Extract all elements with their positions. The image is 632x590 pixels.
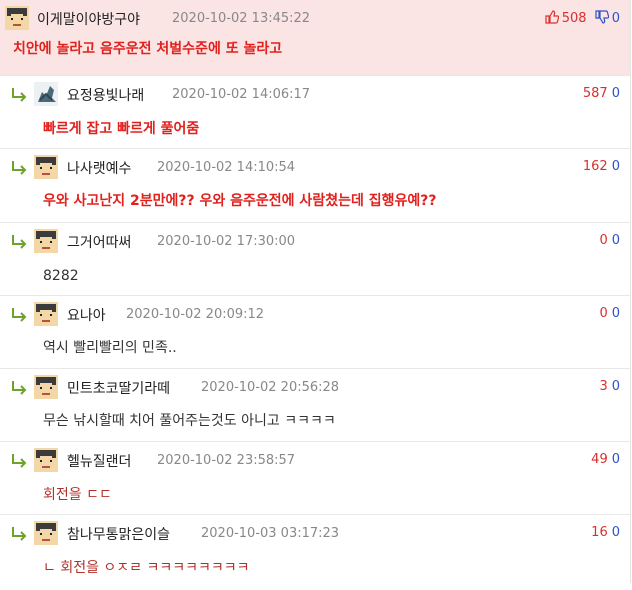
reply-arrow-icon — [12, 527, 27, 541]
avatar-icon[interactable] — [34, 521, 58, 545]
downvote-count[interactable]: 0 — [612, 379, 620, 394]
thumbs-up-icon — [545, 10, 559, 24]
avatar-icon[interactable] — [34, 375, 58, 399]
comment-text: 회전을 ㄷㄷ — [43, 487, 112, 503]
comment-date: 2020-10-02 20:09:12 — [126, 307, 265, 322]
comment-date: 2020-10-02 13:45:22 — [172, 11, 311, 26]
downvote-count[interactable]: 0 — [612, 159, 620, 174]
comment-date: 2020-10-02 14:06:17 — [172, 87, 311, 102]
reply-comment: 나사랫예수 2020-10-02 14:10:54 162 0 우와 사고난지 2… — [0, 149, 630, 223]
vote-box: 30 — [599, 379, 620, 394]
upvote-count[interactable]: 162 — [583, 159, 608, 174]
comment-text: 빠르게 잡고 빠르게 풀어줌 — [43, 121, 200, 137]
avatar-icon[interactable] — [5, 6, 29, 30]
author-nick[interactable]: 요정용빛나래 — [67, 85, 144, 105]
thumbs-down-icon — [595, 10, 609, 24]
vote-box: 162 0 — [583, 159, 620, 174]
vote-box: 00 — [599, 306, 620, 321]
comment-text: 역시 빨리빨리의 민족.. — [43, 340, 177, 356]
vote-box: 49 0 — [591, 452, 620, 467]
dragon-avatar-icon[interactable] — [34, 82, 58, 106]
upvote-count[interactable]: 16 — [591, 525, 608, 540]
comment-date: 2020-10-02 20:56:28 — [201, 380, 340, 395]
upvote-count[interactable]: 3 — [599, 379, 607, 394]
reply-arrow-icon — [12, 308, 27, 322]
downvote-count: 0 — [611, 11, 620, 26]
reply-comment: 민트초코딸기라떼 2020-10-02 20:56:28 30 무슨 낚시할때 … — [0, 369, 630, 442]
reply-comment: 요나아 2020-10-02 20:09:12 00 역시 빨리빨리의 민족.. — [0, 296, 630, 369]
reply-comment: 헬뉴질랜더 2020-10-02 23:58:57 49 0 회전을 ㄷㄷ — [0, 442, 630, 515]
reply-comment: 참나무통맑은이슬 2020-10-03 03:17:23 16 0 ㄴ 회전을 ㅇ… — [0, 515, 630, 590]
comment-text: 8282 — [43, 268, 79, 284]
upvote-count[interactable]: 0 — [599, 233, 607, 248]
avatar-icon[interactable] — [34, 302, 58, 326]
vote-box: 00 — [599, 233, 620, 248]
comment-date: 2020-10-03 03:17:23 — [201, 526, 340, 541]
downvote-button[interactable]: 0 — [595, 10, 620, 26]
author-nick[interactable]: 참나무통맑은이슬 — [67, 524, 170, 544]
avatar-icon[interactable] — [34, 448, 58, 472]
author-nick[interactable]: 민트초코딸기라떼 — [67, 378, 170, 398]
reply-arrow-icon — [12, 454, 27, 468]
author-nick[interactable]: 나사랫예수 — [67, 158, 131, 178]
downvote-count[interactable]: 0 — [612, 306, 620, 321]
upvote-count: 508 — [561, 11, 587, 26]
reply-comment: 그거어따써 2020-10-02 17:30:00 00 8282 — [0, 223, 630, 296]
downvote-count[interactable]: 0 — [612, 525, 620, 540]
reply-arrow-icon — [12, 88, 27, 102]
avatar-icon[interactable] — [34, 155, 58, 179]
author-nick[interactable]: 그거어따써 — [67, 232, 131, 252]
op-comment: 이게말이야방구야 2020-10-02 13:45:22 508 0 치안에 놀… — [0, 0, 630, 76]
comment-list: 이게말이야방구야 2020-10-02 13:45:22 508 0 치안에 놀… — [0, 0, 631, 583]
upvote-count[interactable]: 49 — [591, 452, 608, 467]
upvote-count[interactable]: 0 — [599, 306, 607, 321]
author-nick[interactable]: 헬뉴질랜더 — [67, 451, 131, 471]
reply-arrow-icon — [12, 161, 27, 175]
downvote-count[interactable]: 0 — [612, 452, 620, 467]
comment-text: 우와 사고난지 2분만에?? 우와 음주운전에 사람쳤는데 집행유예?? — [43, 193, 437, 209]
comment-date: 2020-10-02 14:10:54 — [157, 160, 296, 175]
downvote-count[interactable]: 0 — [612, 86, 620, 101]
vote-box: 508 0 — [545, 10, 620, 26]
author-nick[interactable]: 요나아 — [67, 305, 106, 325]
comment-text: ㄴ 회전을 ㅇㅈㄹ ㅋㅋㅋㅋㅋㅋㅋㅋ — [43, 560, 250, 576]
reply-comment: 요정용빛나래 2020-10-02 14:06:17 587 0 빠르게 잡고 빠… — [0, 76, 630, 149]
avatar-icon[interactable] — [34, 229, 58, 253]
comment-text: 무슨 낚시할때 치어 풀어주는것도 아니고 ㅋㅋㅋㅋ — [43, 413, 336, 429]
reply-arrow-icon — [12, 235, 27, 249]
comment-text: 치안에 놀라고 음주운전 처벌수준에 또 놀라고 — [13, 41, 283, 57]
comment-date: 2020-10-02 17:30:00 — [157, 234, 296, 249]
upvote-count[interactable]: 587 — [583, 86, 608, 101]
vote-box: 587 0 — [583, 86, 620, 101]
upvote-button[interactable]: 508 — [545, 10, 591, 26]
comment-date: 2020-10-02 23:58:57 — [157, 453, 296, 468]
downvote-count[interactable]: 0 — [612, 233, 620, 248]
author-nick[interactable]: 이게말이야방구야 — [37, 9, 140, 29]
reply-arrow-icon — [12, 381, 27, 395]
vote-box: 16 0 — [591, 525, 620, 540]
